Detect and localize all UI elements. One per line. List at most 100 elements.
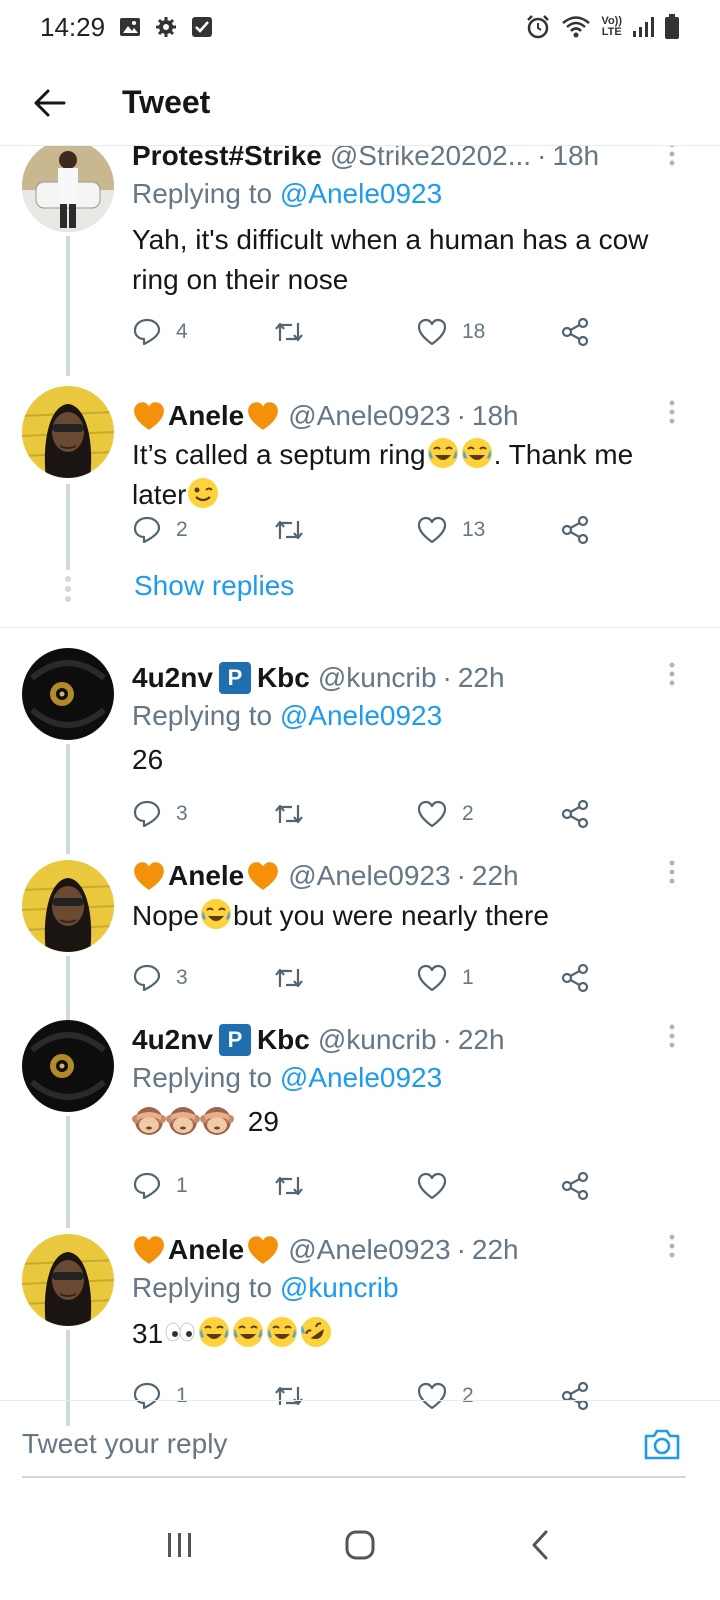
avatar[interactable] [22,1234,114,1326]
alarm-icon [525,14,551,40]
mention-link[interactable]: @Anele0923 [280,1062,442,1093]
author-name-text: Anele [168,1234,245,1265]
reply-count: 3 [176,802,188,825]
reply-button[interactable]: 1 [132,1166,188,1206]
author-name[interactable]: Anele [132,400,280,432]
share-button[interactable] [560,794,590,834]
thread-line [66,744,70,854]
share-button[interactable] [560,958,590,998]
replying-to-prefix: Replying to [132,1062,273,1093]
avatar[interactable] [22,648,114,740]
replying-to-prefix: Replying to [132,700,273,731]
author-handle[interactable]: @Anele0923 [288,860,450,892]
like-button[interactable]: 13 [416,510,485,550]
mention-link[interactable]: @kuncrib [280,1272,399,1303]
tweet[interactable]: Anele @Anele0923 · 22h Nope but you were … [0,854,720,1020]
recent-apps-button[interactable] [150,1515,210,1575]
retweet-button[interactable] [272,312,320,352]
tears-of-joy-emoji-icon [199,1317,230,1347]
retweet-button[interactable] [272,794,320,834]
tweet-text: It’s called a septum ring. Thank me late… [132,435,684,515]
author-name-text: Anele [168,860,245,891]
show-replies-link[interactable]: Show replies [134,570,294,602]
reply-thread[interactable]: Protest#Strike @Strike20202... · 18h Rep… [0,146,720,1426]
share-button[interactable] [560,1166,590,1206]
tweet[interactable]: 4u2nv P Kbc @kuncrib · 22h Replying to @An… [0,1020,720,1228]
avatar[interactable] [22,146,114,232]
tweet-text-part: It’s called a septum ring [132,439,426,470]
tweet-time: 22h [471,1234,519,1265]
heart-icon [417,964,447,992]
author-name[interactable]: Protest#Strike [132,146,322,172]
parking-badge: P [218,662,251,694]
reply-icon [133,964,161,992]
mention-link[interactable]: @Anele0923 [280,700,442,731]
tweet-text-part: but you were nearly there [232,900,549,931]
mention-link[interactable]: @Anele0923 [280,178,442,209]
tears-of-joy-emoji-icon [267,1317,298,1347]
back-button[interactable] [20,73,80,133]
tweet-text-part: 29 [247,1106,279,1137]
separator-dot: · [442,1024,452,1055]
more-options-button[interactable] [654,1018,690,1054]
separator-dot: · [456,1234,466,1265]
author-handle[interactable]: @Strike20202... [330,146,531,172]
author-handle[interactable]: @kuncrib [318,662,437,694]
more-options-button[interactable] [654,146,690,172]
reply-button[interactable]: 3 [132,794,188,834]
more-options-button[interactable] [654,854,690,890]
back-nav-button[interactable] [510,1515,570,1575]
like-button[interactable]: 1 [416,958,474,998]
more-options-button[interactable] [654,656,690,692]
reply-icon [133,1172,161,1200]
author-name[interactable]: Anele [132,1234,280,1266]
tweet-text: 31 [132,1314,684,1354]
retweet-button[interactable] [272,510,320,550]
avatar[interactable] [22,860,114,952]
separator-dot: · [456,400,466,431]
author-name-text: 4u2nv [132,662,213,693]
like-button[interactable] [416,1166,462,1206]
share-button[interactable] [560,510,590,550]
tweet-text-part: Nope [132,900,199,931]
reply-input[interactable]: Tweet your reply [22,1428,640,1460]
camera-button[interactable] [640,1422,684,1466]
avatar[interactable] [22,1020,114,1112]
more-options-button[interactable] [654,394,690,430]
orange-heart-icon [134,402,164,430]
author-name[interactable]: 4u2nv P Kbc [132,662,310,694]
author-handle[interactable]: @kuncrib [318,1024,437,1056]
more-vertical-icon [669,662,675,686]
like-count: 2 [462,802,474,825]
app-header: Tweet [0,60,720,146]
reply-icon [133,516,161,544]
tweet[interactable]: Protest#Strike @Strike20202... · 18h Rep… [0,146,720,376]
see-no-evil-monkey-emoji-icon [166,1107,200,1135]
share-button[interactable] [560,312,590,352]
author-handle[interactable]: @Anele0923 [288,400,450,432]
tweet[interactable]: Anele @Anele0923 · 22h Replying to @kunc… [0,1228,720,1426]
more-options-button[interactable] [654,1228,690,1264]
reply-button[interactable]: 4 [132,312,188,352]
share-icon [561,799,589,829]
tweet-time: 18h [471,400,519,431]
reply-button[interactable]: 3 [132,958,188,998]
volte-label-bottom: LTE [601,26,622,38]
like-button[interactable]: 18 [416,312,485,352]
system-nav-bar [0,1490,720,1600]
reply-count: 3 [176,966,188,989]
more-vertical-icon [669,400,675,424]
tweet[interactable]: 4u2nv P Kbc @kuncrib · 22h Replying to @An… [0,628,720,854]
retweet-button[interactable] [272,958,320,998]
tweet[interactable]: Anele @Anele0923 · 18h It’s called a sep… [0,380,720,630]
author-name[interactable]: Anele [132,860,280,892]
author-name[interactable]: 4u2nv P Kbc [132,1024,310,1056]
author-handle[interactable]: @Anele0923 [288,1234,450,1266]
avatar[interactable] [22,386,114,478]
reply-button[interactable]: 2 [132,510,188,550]
home-button[interactable] [330,1515,390,1575]
more-vertical-icon [669,1024,675,1048]
tweet-actions: 3 2 [132,794,602,834]
like-button[interactable]: 2 [416,794,474,834]
retweet-button[interactable] [272,1166,320,1206]
